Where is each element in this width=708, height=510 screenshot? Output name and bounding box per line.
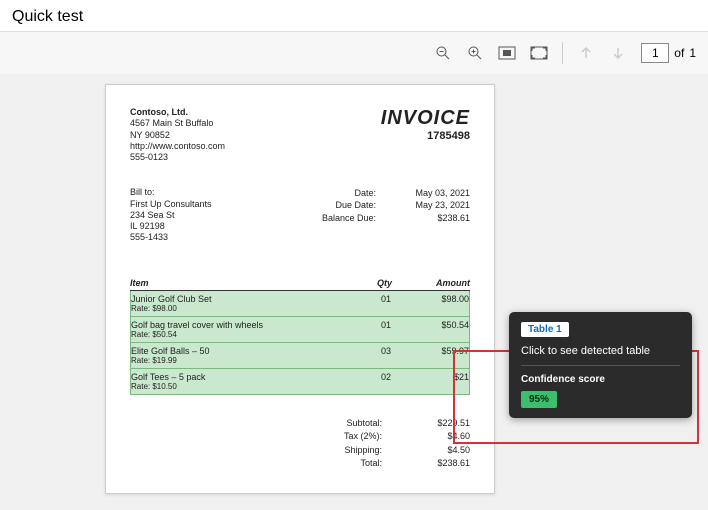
detected-table-region[interactable]: Junior Golf Club SetRate: $98.00 01 $98.… [130,291,470,395]
due-label: Due Date: [306,199,376,211]
toolbar-divider [562,42,563,64]
line-items-table: Item Qty Amount Junior Golf Club SetRate… [130,278,470,395]
col-qty-header: Qty [332,278,392,288]
table-tooltip[interactable]: Table 1 Click to see detected table Conf… [509,312,692,418]
document-canvas: Contoso, Ltd. 4567 Main St Buffalo NY 90… [0,74,708,510]
table-row: Elite Golf Balls – 50Rate: $19.99 03 $59… [131,343,469,369]
item-amount: $59.97 [391,346,469,365]
next-page-icon [609,44,627,62]
item-qty: 01 [331,294,391,313]
total-label: Total: [307,457,382,471]
invoice-heading: INVOICE [381,107,470,130]
item-amount: $98.00 [391,294,469,313]
invoice-title-block: INVOICE 1785498 [381,107,470,163]
prev-page-icon [577,44,595,62]
item-rate: Rate: $10.50 [131,382,331,391]
table-row: Junior Golf Club SetRate: $98.00 01 $98.… [131,291,469,317]
table-row: Golf bag travel cover with wheelsRate: $… [131,317,469,343]
totals-block: Subtotal: $229.51 Tax (2%): $4.60 Shipping… [130,417,470,471]
sender-name: Contoso, Ltd. [130,107,225,118]
billto-label: Bill to: [130,187,212,198]
invoice-document: Contoso, Ltd. 4567 Main St Buffalo NY 90… [105,84,495,494]
subtotal-label: Subtotal: [307,417,382,431]
page-header: Quick test [0,0,708,32]
item-name: Elite Golf Balls – 50 [131,346,331,356]
item-amount: $21 [391,372,469,391]
zoom-out-icon[interactable] [434,44,452,62]
sender-block: Contoso, Ltd. 4567 Main St Buffalo NY 90… [130,107,225,163]
page-title: Quick test [12,8,83,25]
shipping-value: $4.50 [410,444,470,458]
zoom-in-icon[interactable] [466,44,484,62]
col-item-header: Item [130,278,332,288]
page-of-label: of [674,46,684,60]
item-name: Golf Tees – 5 pack [131,372,331,382]
balance-value: $238.61 [402,212,470,224]
tax-value: $4.60 [410,430,470,444]
item-qty: 02 [331,372,391,391]
item-rate: Rate: $19.99 [131,356,331,365]
table-row: Golf Tees – 5 packRate: $10.50 02 $21 [131,369,469,394]
shipping-label: Shipping: [307,444,382,458]
total-value: $238.61 [410,457,470,471]
viewer-toolbar: of 1 [0,32,708,74]
invoice-number: 1785498 [381,130,470,142]
col-amount-header: Amount [392,278,470,288]
balance-label: Balance Due: [306,212,376,224]
fit-width-icon[interactable] [498,44,516,62]
confidence-badge: 95% [521,391,557,408]
confidence-label: Confidence score [521,374,680,385]
page-indicator: of 1 [641,43,696,63]
sender-addr2: NY 90852 [130,130,225,141]
date-label: Date: [306,187,376,199]
tooltip-divider [521,365,680,366]
subtotal-value: $229.51 [410,417,470,431]
billto-block: Bill to: First Up Consultants 234 Sea St… [130,187,212,243]
date-value: May 03, 2021 [402,187,470,199]
meta-block: Date:May 03, 2021 Due Date:May 23, 2021 … [306,187,470,243]
due-value: May 23, 2021 [402,199,470,211]
tooltip-tag: Table 1 [521,322,569,337]
item-name: Golf bag travel cover with wheels [131,320,331,330]
tooltip-hint: Click to see detected table [521,345,680,357]
billto-name: First Up Consultants [130,199,212,210]
billto-addr1: 234 Sea St [130,210,212,221]
sender-phone: 555-0123 [130,152,225,163]
item-amount: $50.54 [391,320,469,339]
page-input[interactable] [641,43,669,63]
item-qty: 01 [331,320,391,339]
billto-addr2: IL 92198 [130,221,212,232]
billto-phone: 555-1433 [130,232,212,243]
item-qty: 03 [331,346,391,365]
tax-label: Tax (2%): [307,430,382,444]
sender-addr1: 4567 Main St Buffalo [130,118,225,129]
fit-page-icon[interactable] [530,44,548,62]
page-total: 1 [689,46,696,60]
item-name: Junior Golf Club Set [131,294,331,304]
item-rate: Rate: $50.54 [131,330,331,339]
sender-url: http://www.contoso.com [130,141,225,152]
item-rate: Rate: $98.00 [131,304,331,313]
